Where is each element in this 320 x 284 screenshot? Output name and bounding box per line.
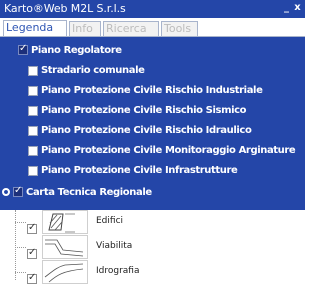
legend-checkbox[interactable] xyxy=(27,222,37,234)
legend-window: Karto®Web M2L S.r.l.s _ x Legenda Info R… xyxy=(0,0,305,284)
layer-checkbox[interactable] xyxy=(18,43,28,55)
layer-row-rischio-sismico[interactable]: Piano Protezione Civile Rischio Sismico xyxy=(0,101,305,121)
legend-items: Edifici Viabilita xyxy=(0,210,305,284)
layer-label: Piano Protezione Civile Rischio Sismico xyxy=(41,105,247,116)
layer-checkbox[interactable] xyxy=(13,185,23,197)
legend-checkbox[interactable] xyxy=(27,247,37,259)
legend-label: Idrografia xyxy=(96,266,140,276)
hatched-building-icon xyxy=(42,210,88,234)
legend-row-idrografia: Idrografia xyxy=(0,260,305,284)
tab-ricerca[interactable]: Ricerca xyxy=(103,21,159,36)
layer-label: Carta Tecnica Regionale xyxy=(26,187,152,198)
legend-panel: Piano Regolatore Stradario comunale Pian… xyxy=(0,37,305,284)
layer-checkbox[interactable] xyxy=(28,86,38,96)
layer-row-rischio-idraulico[interactable]: Piano Protezione Civile Rischio Idraulic… xyxy=(0,121,305,141)
legend-row-viabilita: Viabilita xyxy=(0,235,305,260)
tab-bar: Legenda Info Ricerca Tools xyxy=(0,18,305,37)
window-title: Karto®Web M2L S.r.l.s xyxy=(4,2,126,15)
title-bar[interactable]: Karto®Web M2L S.r.l.s _ x xyxy=(0,0,305,18)
legend-label: Viabilita xyxy=(96,241,133,251)
layer-checkbox[interactable] xyxy=(28,166,38,176)
layer-row-monitoraggio-arginature[interactable]: Piano Protezione Civile Monitoraggio Arg… xyxy=(0,141,305,161)
road-lines-icon xyxy=(42,235,88,259)
layer-checkbox[interactable] xyxy=(28,66,38,76)
tab-info[interactable]: Info xyxy=(69,21,101,36)
layer-row-piano-regolatore[interactable]: Piano Regolatore xyxy=(0,41,305,61)
layer-label: Piano Regolatore xyxy=(31,45,122,56)
layer-label: Piano Protezione Civile Rischio Idraulic… xyxy=(41,125,252,136)
close-icon[interactable]: x xyxy=(293,2,302,14)
layer-label: Piano Protezione Civile Monitoraggio Arg… xyxy=(41,145,296,156)
expand-toggle-icon[interactable] xyxy=(2,188,10,196)
minimize-icon[interactable]: _ xyxy=(282,2,291,14)
legend-label: Edifici xyxy=(96,216,124,226)
layer-checkbox[interactable] xyxy=(28,106,38,116)
river-lines-icon xyxy=(42,260,88,284)
layer-checkbox[interactable] xyxy=(28,146,38,156)
layer-row-rischio-industriale[interactable]: Piano Protezione Civile Rischio Industri… xyxy=(0,81,305,101)
tree-connector xyxy=(15,247,26,248)
tree-connector xyxy=(15,222,26,223)
tab-tools[interactable]: Tools xyxy=(161,21,198,36)
layer-label: Piano Protezione Civile Infrastrutture xyxy=(41,165,238,176)
layer-checkbox[interactable] xyxy=(28,126,38,136)
layer-label: Piano Protezione Civile Rischio Industri… xyxy=(41,85,263,96)
layer-row-carta-tecnica[interactable]: Carta Tecnica Regionale xyxy=(0,183,305,203)
tab-legenda[interactable]: Legenda xyxy=(3,20,67,37)
layer-row-infrastrutture[interactable]: Piano Protezione Civile Infrastrutture xyxy=(0,161,305,181)
layer-label: Stradario comunale xyxy=(41,65,145,76)
legend-checkbox[interactable] xyxy=(27,272,37,284)
layer-list: Piano Regolatore Stradario comunale Pian… xyxy=(0,37,305,210)
tree-connector xyxy=(15,272,26,273)
layer-row-stradario[interactable]: Stradario comunale xyxy=(0,61,305,81)
legend-row-edifici: Edifici xyxy=(0,210,305,235)
